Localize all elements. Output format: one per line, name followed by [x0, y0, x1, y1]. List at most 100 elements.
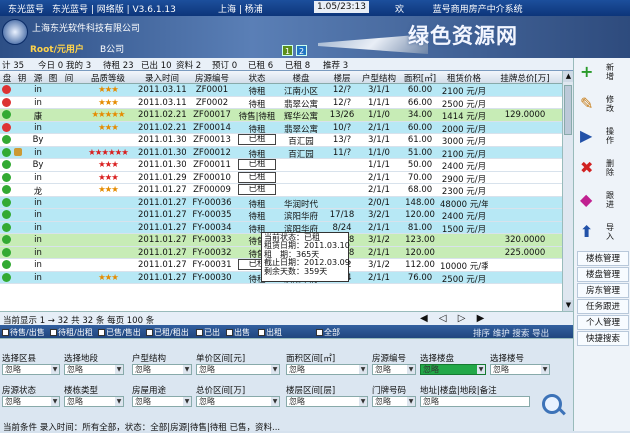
search-select[interactable]: 忽略 — [420, 396, 530, 407]
table-row[interactable]: 康 ★★★★★ 2011.02.21 ZF00017 辉华公寓 13/26 1/1/0 34.… — [0, 109, 562, 122]
filter-checkbox[interactable] — [146, 329, 153, 336]
chevron-down-icon[interactable]: ▼ — [51, 397, 59, 406]
chevron-down-icon[interactable]: ▼ — [183, 365, 191, 374]
pager-nav[interactable]: ◀ ◁ ▷ ▶ — [420, 313, 488, 324]
search-select[interactable]: 忽略 ▼ — [286, 364, 368, 375]
sidebar-button-2[interactable]: ▶ 操作 — [574, 122, 630, 154]
sidebar-link[interactable]: 楼盘管理 — [577, 267, 629, 282]
search-select[interactable]: 忽略 ▼ — [372, 364, 416, 375]
chevron-down-icon[interactable]: ▼ — [115, 397, 123, 406]
chevron-down-icon[interactable]: ▼ — [477, 365, 485, 374]
function-key-1[interactable]: 1 — [282, 45, 293, 56]
filter-option[interactable]: 出售 — [226, 327, 250, 338]
column-header[interactable]: 户型结构 — [358, 72, 400, 84]
search-select[interactable]: 忽略 ▼ — [2, 364, 60, 375]
sidebar-button-5[interactable]: ⬆ 导入 — [574, 218, 630, 250]
search-select[interactable]: 忽略 ▼ — [64, 396, 124, 407]
search-select[interactable]: 忽略 ▼ — [196, 396, 280, 407]
filter-checkbox[interactable] — [196, 329, 203, 336]
sidebar-link[interactable]: 任务跟进 — [577, 299, 629, 314]
filter-option[interactable]: 全部 — [316, 327, 340, 338]
chevron-down-icon[interactable]: ▼ — [115, 365, 123, 374]
search-select[interactable]: 忽略 ▼ — [490, 364, 550, 375]
filter-checkbox[interactable] — [226, 329, 233, 336]
filter-checkbox[interactable] — [258, 329, 265, 336]
column-header[interactable]: 间 — [60, 72, 78, 84]
search-select[interactable]: 忽略 ▼ — [286, 396, 368, 407]
sidebar-button-3[interactable]: ✖ 删除 — [574, 154, 630, 186]
chevron-down-icon[interactable]: ▼ — [407, 397, 415, 406]
tab-8[interactable]: 已租 8 — [285, 59, 310, 71]
table-row[interactable]: By 2011.01.30 ZF00013 百汇园 13/? 3/1/1 61.00 3000… — [0, 134, 562, 147]
column-header[interactable]: 面积[㎡] — [400, 72, 440, 84]
chevron-down-icon[interactable]: ▼ — [359, 365, 367, 374]
search-select[interactable]: 忽略 ▼ — [196, 364, 280, 375]
table-row[interactable]: in ★★★ 2011.03.11 ZF0002 翡翠公寓 12/? 1/1/1 66.00 2… — [0, 96, 562, 110]
search-select[interactable]: 忽略 ▼ — [2, 396, 60, 407]
search-select[interactable]: 忽略 ▼ — [64, 364, 124, 375]
filter-checkbox[interactable] — [2, 329, 9, 336]
scroll-thumb[interactable] — [564, 85, 572, 135]
chevron-down-icon[interactable]: ▼ — [183, 397, 191, 406]
sidebar-link[interactable]: 房东管理 — [577, 283, 629, 298]
column-header[interactable]: 钥 — [14, 72, 30, 84]
sidebar-button-1[interactable]: ✎ 修改 — [574, 90, 630, 122]
table-row[interactable]: 龙 ★★★ 2011.01.27 ZF00009 2/1/1 68.00 2300 元/月 已… — [0, 184, 562, 197]
tab-5[interactable]: 资料 2 — [176, 59, 201, 71]
sidebar-link[interactable]: 个人管理 — [577, 315, 629, 330]
filter-option[interactable]: 待租/出租 — [50, 327, 93, 338]
column-header[interactable]: 房源编号 — [186, 72, 238, 84]
filter-checkbox[interactable] — [50, 329, 57, 336]
tab-0[interactable]: 计 35 — [2, 59, 24, 71]
filter-option[interactable]: 出租 — [258, 327, 282, 338]
column-header[interactable]: 状态 — [238, 72, 276, 84]
table-row[interactable]: in ★★★ 2011.01.29 ZF00010 2/1/1 70.00 2900 元/月… — [0, 171, 562, 185]
function-key-2[interactable]: 2 — [296, 45, 307, 56]
tab-6[interactable]: 预订 0 — [212, 59, 237, 71]
column-header[interactable]: 楼层 — [326, 72, 358, 84]
tab-3[interactable]: 待租 23 — [103, 59, 134, 71]
table-row[interactable]: in 2011.01.27 FY-00036 华润时代 2/0/1 148.00 48000… — [0, 196, 562, 210]
tab-1[interactable]: 今日 0 — [38, 59, 63, 71]
chevron-down-icon[interactable]: ▼ — [541, 365, 549, 374]
chevron-down-icon[interactable]: ▼ — [359, 397, 367, 406]
table-row[interactable]: By ★★★ 2011.01.30 ZF00011 1/1/1 50.00 2400 元/月… — [0, 159, 562, 172]
search-select[interactable]: 忽略 ▼ — [372, 396, 416, 407]
chevron-down-icon[interactable]: ▼ — [51, 365, 59, 374]
filter-option[interactable]: 已售/售出 — [98, 327, 141, 338]
chevron-down-icon[interactable]: ▼ — [271, 397, 279, 406]
search-select[interactable]: 忽略 ▼ — [132, 364, 192, 375]
column-header[interactable]: 源 — [30, 72, 46, 84]
tab-4[interactable]: 已出 10 — [141, 59, 172, 71]
search-select[interactable]: 忽略 ▼ — [132, 396, 192, 407]
tab-7[interactable]: 已租 6 — [248, 59, 273, 71]
filter-option[interactable]: 已出 — [196, 327, 220, 338]
column-header[interactable]: 盘 — [0, 72, 14, 84]
filter-checkbox[interactable] — [316, 329, 323, 336]
table-row[interactable]: in 2011.01.27 FY-00035 滨阳华府 17/18 3/2/1 120.00… — [0, 209, 562, 222]
column-header[interactable]: 图 — [46, 72, 60, 84]
column-header[interactable]: 录入时间 — [138, 72, 186, 84]
sidebar-link[interactable]: 楼栋管理 — [577, 251, 629, 266]
search-select[interactable]: 忽略 ▼ — [420, 364, 486, 375]
vertical-scrollbar[interactable]: ▲ ▼ — [562, 71, 574, 311]
filter-checkbox[interactable] — [98, 329, 105, 336]
sidebar-button-4[interactable]: ◆ 跟进 — [574, 186, 630, 218]
chevron-down-icon[interactable]: ▼ — [407, 365, 415, 374]
table-row[interactable]: in ★★★ 2011.02.21 ZF00014 翡翠公寓 10/? 2/1/1 60.00… — [0, 121, 562, 135]
search-icon[interactable] — [542, 394, 562, 414]
table-row[interactable]: in ★★★ 2011.03.11 ZF0001 江南小区 12/? 3/1/1 60.00 2… — [0, 84, 562, 97]
column-header[interactable]: 品质等级 — [78, 72, 138, 84]
property-table[interactable]: 盘钥源图间品质等级 录入时间 房源编号 状态 楼盘 楼层 户型结构 面积[㎡] 租赁价格 挂牌总价… — [0, 71, 562, 311]
tab-9[interactable]: 推荐 3 — [323, 59, 348, 71]
sidebar-link[interactable]: 快捷搜索 — [577, 331, 629, 346]
column-header[interactable]: 挂牌总价[万] — [488, 72, 562, 84]
table-row[interactable]: in ★★★★★★ 2011.01.30 ZF00012 百汇园 11/? 1/1/0 51.… — [0, 146, 562, 160]
chevron-down-icon[interactable]: ▼ — [271, 365, 279, 374]
filter-option[interactable]: 已租/租出 — [146, 327, 189, 338]
tab-2[interactable]: 我的 3 — [66, 59, 91, 71]
filter-option[interactable]: 待售/出售 — [2, 327, 45, 338]
column-header[interactable]: 租赁价格 — [440, 72, 488, 84]
sidebar-button-0[interactable]: + 新增 — [574, 58, 630, 90]
column-header[interactable]: 楼盘 — [276, 72, 326, 84]
